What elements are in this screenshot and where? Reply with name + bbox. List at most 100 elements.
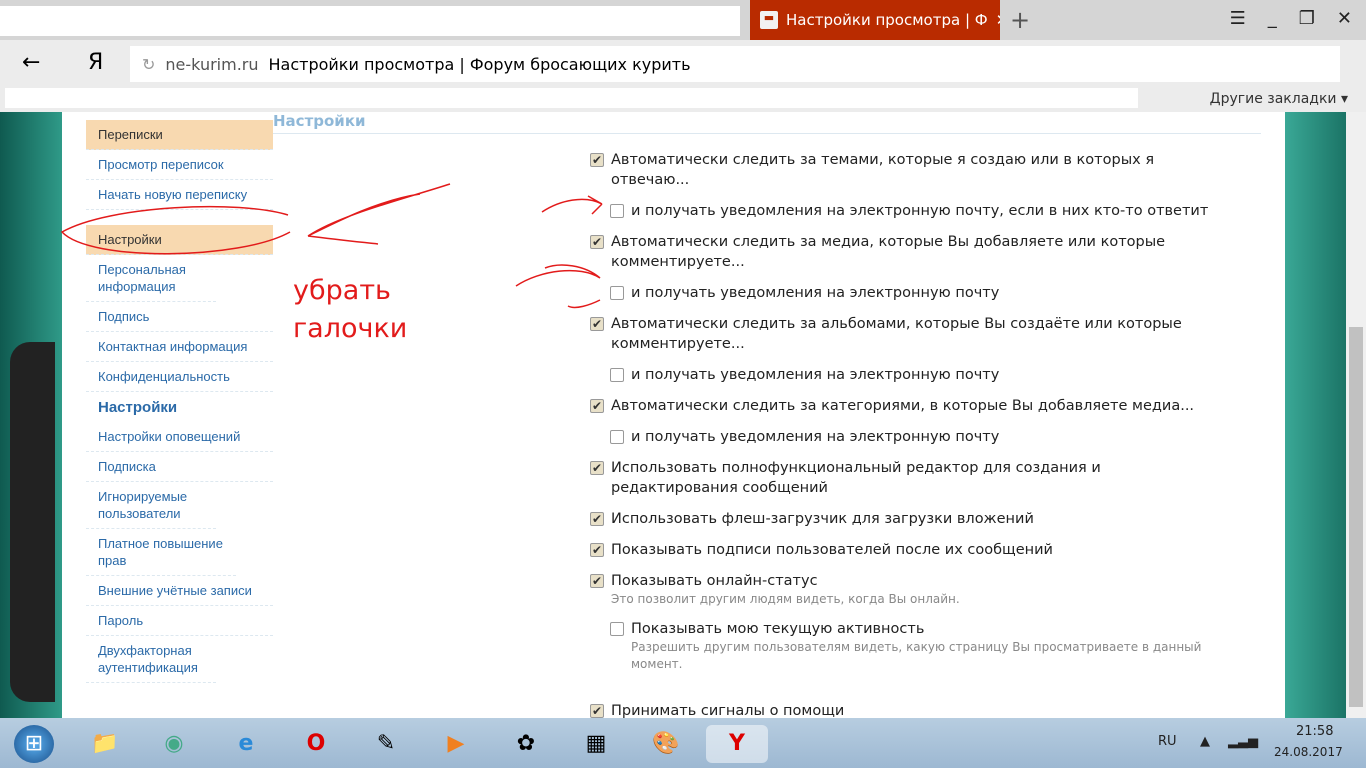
option-label[interactable]: Показывать мою текущую активность <box>631 619 1210 639</box>
option-label[interactable]: Показывать онлайн-статус <box>611 571 1210 591</box>
option-item: ✔ Использовать полнофункциональный редакт… <box>590 458 1210 498</box>
calculator-icon[interactable]: ▦ <box>576 725 616 763</box>
option-hint: Это позволит другим людям видеть, когда … <box>611 591 1210 608</box>
sidebar-item-upgrades[interactable]: Платное повышение прав <box>86 529 236 576</box>
sidebar-item-personal-info[interactable]: Персональная информация <box>86 255 216 302</box>
option-item: и получать уведомления на электронную по… <box>610 427 1210 447</box>
new-tab-button[interactable]: + <box>1010 6 1030 34</box>
option-hint: Разрешить другим пользователям видеть, к… <box>631 639 1210 673</box>
clock-time[interactable]: 21:58 <box>1296 724 1333 739</box>
reload-icon[interactable]: ↻ <box>142 55 155 74</box>
start-button-icon[interactable]: ⊞ <box>14 725 54 763</box>
sidebar-heading: Настройки <box>86 392 273 422</box>
sidebar-item-subscription[interactable]: Подписка <box>86 452 273 482</box>
checkbox[interactable] <box>610 430 624 444</box>
checkbox[interactable]: ✔ <box>590 153 604 167</box>
checkbox[interactable]: ✔ <box>590 512 604 526</box>
language-indicator[interactable]: RU <box>1158 734 1177 749</box>
checkbox[interactable]: ✔ <box>590 704 604 718</box>
option-item: и получать уведомления на электронную по… <box>610 201 1210 221</box>
annotation-line-2: галочки <box>293 310 407 348</box>
checkbox[interactable]: ✔ <box>590 399 604 413</box>
sidebar-item-ignored[interactable]: Игнорируемые пользователи <box>86 482 216 529</box>
sidebar-item-external[interactable]: Внешние учётные записи <box>86 576 273 606</box>
option-label[interactable]: Автоматически следить за медиа, которые … <box>611 232 1210 272</box>
background-left <box>0 112 62 718</box>
sidebar-item-alerts[interactable]: Настройки оповещений <box>86 422 273 452</box>
option-label[interactable]: и получать уведомления на электронную по… <box>631 365 1210 385</box>
option-item: ✔ Автоматически следить за темами, которы… <box>590 150 1210 190</box>
option-label[interactable]: Автоматически следить за категориями, в … <box>611 396 1210 416</box>
other-bookmarks[interactable]: Другие закладки ▾ <box>1210 91 1348 107</box>
redacted-bookmarks <box>5 88 1138 108</box>
yandex-browser-icon[interactable]: Y <box>706 725 768 763</box>
option-item: ✔ Принимать сигналы о помощи <box>590 701 1210 718</box>
option-label[interactable]: и получать уведомления на электронную по… <box>631 427 1210 447</box>
option-label[interactable]: и получать уведомления на электронную по… <box>631 201 1210 221</box>
checkbox[interactable]: ✔ <box>590 461 604 475</box>
sidebar-item-settings[interactable]: Настройки <box>86 225 273 255</box>
clock-date[interactable]: 24.08.2017 <box>1274 745 1343 759</box>
sidebar-item-signature[interactable]: Подпись <box>86 302 273 332</box>
option-label[interactable]: Использовать флеш-загрузчик для загрузки… <box>611 509 1210 529</box>
menu-icon[interactable]: ☰ <box>1230 8 1246 29</box>
checkbox[interactable]: ✔ <box>590 543 604 557</box>
media-player-icon[interactable]: ▶ <box>436 725 476 763</box>
option-label[interactable]: Автоматически следить за темами, которые… <box>611 150 1210 190</box>
nav-bar: ← Я ↻ ne-kurim.ru Настройки просмотра | … <box>0 40 1366 88</box>
checkbox[interactable]: ✔ <box>590 235 604 249</box>
sidebar-item-new-conversation[interactable]: Начать новую переписку <box>86 180 273 210</box>
option-item: ✔ Использовать флеш-загрузчик для загрузк… <box>590 509 1210 529</box>
options-list: ✔ Автоматически следить за темами, которы… <box>590 150 1210 718</box>
redacted-tabs <box>0 6 740 36</box>
opera-icon[interactable]: O <box>296 725 336 763</box>
sidebar-item-contact-info[interactable]: Контактная информация <box>86 332 273 362</box>
option-label[interactable]: Использовать полнофункциональный редакто… <box>611 458 1210 498</box>
option-item: ✔ Автоматически следить за категориями, в… <box>590 396 1210 416</box>
option-item: ✔ Показывать онлайн-статусЭто позволит др… <box>590 571 1210 608</box>
close-window-icon[interactable]: ✕ <box>1337 8 1352 29</box>
option-label[interactable]: Принимать сигналы о помощи <box>611 701 1210 718</box>
tray-expand-icon[interactable]: ▲ <box>1200 734 1210 749</box>
sidebar-item-password[interactable]: Пароль <box>86 606 273 636</box>
page-content: Переписки Просмотр переписок Начать нову… <box>62 112 1285 718</box>
option-item: ✔ Автоматически следить за альбомами, кот… <box>590 314 1210 354</box>
restore-icon[interactable]: ❐ <box>1299 8 1315 29</box>
sidebar-item-two-step[interactable]: Двухфакторная аутентификация <box>86 636 216 683</box>
url-domain: ne-kurim.ru <box>165 55 258 74</box>
checkbox[interactable] <box>610 204 624 218</box>
back-button[interactable]: ← <box>22 50 40 75</box>
yandex-button[interactable]: Я <box>88 50 103 75</box>
option-item: ✔ Показывать подписи пользователей после … <box>590 540 1210 560</box>
checkbox[interactable] <box>610 286 624 300</box>
option-label[interactable]: и получать уведомления на электронную по… <box>631 283 1210 303</box>
checkbox[interactable]: ✔ <box>590 317 604 331</box>
network-icon[interactable]: ▂▃▅ <box>1228 734 1258 749</box>
option-label[interactable]: Автоматически следить за альбомами, кото… <box>611 314 1210 354</box>
checkbox[interactable] <box>610 622 624 636</box>
checkbox[interactable]: ✔ <box>590 574 604 588</box>
chrome-icon[interactable]: ◉ <box>154 725 194 763</box>
annotation-line-1: убрать <box>293 272 407 310</box>
checkbox[interactable] <box>610 368 624 382</box>
option-item: и получать уведомления на электронную по… <box>610 283 1210 303</box>
game-icon[interactable]: ✿ <box>506 725 546 763</box>
option-item: Показывать мою текущую активностьРазреши… <box>610 619 1210 673</box>
app-icon[interactable]: ✎ <box>366 725 406 763</box>
url-title: Настройки просмотра | Форум бросающих ку… <box>269 55 691 74</box>
close-tab-icon[interactable]: ✕ <box>996 11 1000 29</box>
sidebar: Переписки Просмотр переписок Начать нову… <box>86 112 273 683</box>
sidebar-item-view-conversations[interactable]: Просмотр переписок <box>86 150 273 180</box>
tab-active[interactable]: ▬ Настройки просмотра | Ф ✕ <box>750 0 1000 40</box>
sidebar-item-privacy[interactable]: Конфиденциальность <box>86 362 273 392</box>
sidebar-item-conversations[interactable]: Переписки <box>86 120 273 150</box>
scrollbar[interactable] <box>1346 112 1366 718</box>
explorer-icon[interactable]: 📁 <box>85 725 125 763</box>
tab-bar: ▬ Настройки просмотра | Ф ✕ + ☰ _ ❐ ✕ <box>0 0 1366 40</box>
ie-icon[interactable]: e <box>226 725 266 763</box>
option-label[interactable]: Показывать подписи пользователей после и… <box>611 540 1210 560</box>
address-bar[interactable]: ↻ ne-kurim.ru Настройки просмотра | Фору… <box>130 46 1340 82</box>
paint-icon[interactable]: 🎨 <box>646 725 686 763</box>
minimize-icon[interactable]: _ <box>1268 8 1277 29</box>
site-favicon-icon: ▬ <box>760 11 778 29</box>
